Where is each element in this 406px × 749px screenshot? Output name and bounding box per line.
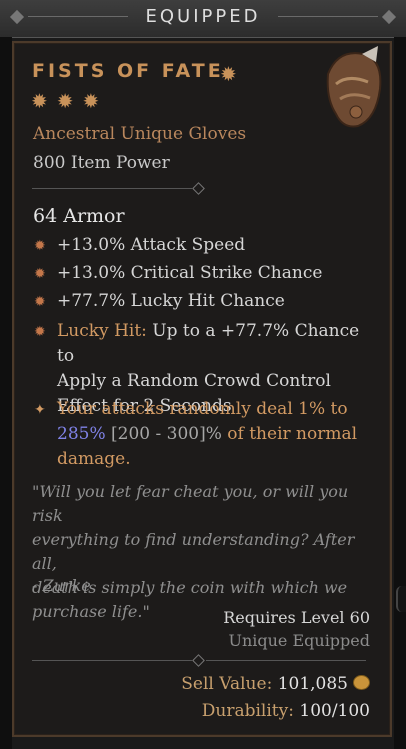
- header-divider-right: [278, 16, 378, 17]
- sell-value: Sell Value: 101,085: [181, 674, 348, 694]
- durability: Durability: 100/100: [202, 701, 370, 721]
- sell-value-label: Sell Value:: [181, 674, 273, 694]
- unique-star-icon: ✹: [220, 62, 237, 86]
- greater-affix-stars-icon: ✹✹✹: [31, 89, 109, 113]
- affix-bullet-icon: ✹: [34, 324, 46, 340]
- item-power: 800 Item Power: [33, 153, 170, 173]
- gloves-item-icon: [326, 46, 382, 128]
- lucky-hit-label: Lucky Hit:: [57, 321, 147, 341]
- affix-bullet-icon: ✹: [34, 266, 46, 282]
- affix-attack-speed: +13.0% Attack Speed: [57, 235, 246, 255]
- affix-bullet-icon: ✹: [34, 294, 46, 310]
- affix-bullet-icon: ✹: [34, 238, 46, 254]
- scroll-handle[interactable]: [396, 586, 406, 612]
- unique-power-line3: damage.: [57, 449, 131, 469]
- durability-label: Durability:: [201, 701, 294, 721]
- section-divider: [32, 188, 192, 189]
- unique-power-range: [200 - 300]%: [105, 424, 222, 444]
- unique-power-star-icon: ✦: [34, 402, 46, 418]
- item-type: Ancestral Unique Gloves: [33, 124, 247, 144]
- equipped-header: EQUIPPED: [0, 0, 406, 38]
- durability-value: 100/100: [293, 701, 370, 721]
- unique-power-line2: of their normal: [221, 424, 358, 444]
- armor-value: 64 Armor: [33, 205, 125, 227]
- required-level: Requires Level 60: [223, 608, 370, 627]
- unique-equipped-note: Unique Equipped: [228, 631, 370, 650]
- unique-power-value: 285%: [57, 424, 106, 444]
- footer-divider: [32, 660, 192, 661]
- sell-value-amount: 101,085: [272, 674, 348, 694]
- flavor-text: "Will you let fear cheat you, or will yo…: [32, 480, 362, 624]
- flavor-author: - Zurke: [32, 576, 91, 595]
- footer-divider: [206, 660, 366, 661]
- affix-lucky-hit-chance: +77.7% Lucky Hit Chance: [57, 291, 285, 311]
- flavor-line: "Will you let fear cheat you, or will yo…: [32, 482, 349, 525]
- left-rail: [0, 37, 12, 749]
- item-name: FISTS OF FATE: [32, 60, 224, 82]
- gold-coin-icon: [353, 675, 370, 690]
- lucky-hit-line2: Apply a Random Crowd Control: [57, 371, 331, 391]
- affix-crit-chance: +13.0% Critical Strike Chance: [57, 263, 323, 283]
- right-rail: [394, 37, 406, 749]
- unique-power: Your attacks randomly deal 1% to 285% [2…: [57, 397, 367, 472]
- flavor-line: everything to find understanding? After …: [32, 530, 355, 573]
- unique-power-line1: Your attacks randomly deal 1% to: [57, 399, 348, 419]
